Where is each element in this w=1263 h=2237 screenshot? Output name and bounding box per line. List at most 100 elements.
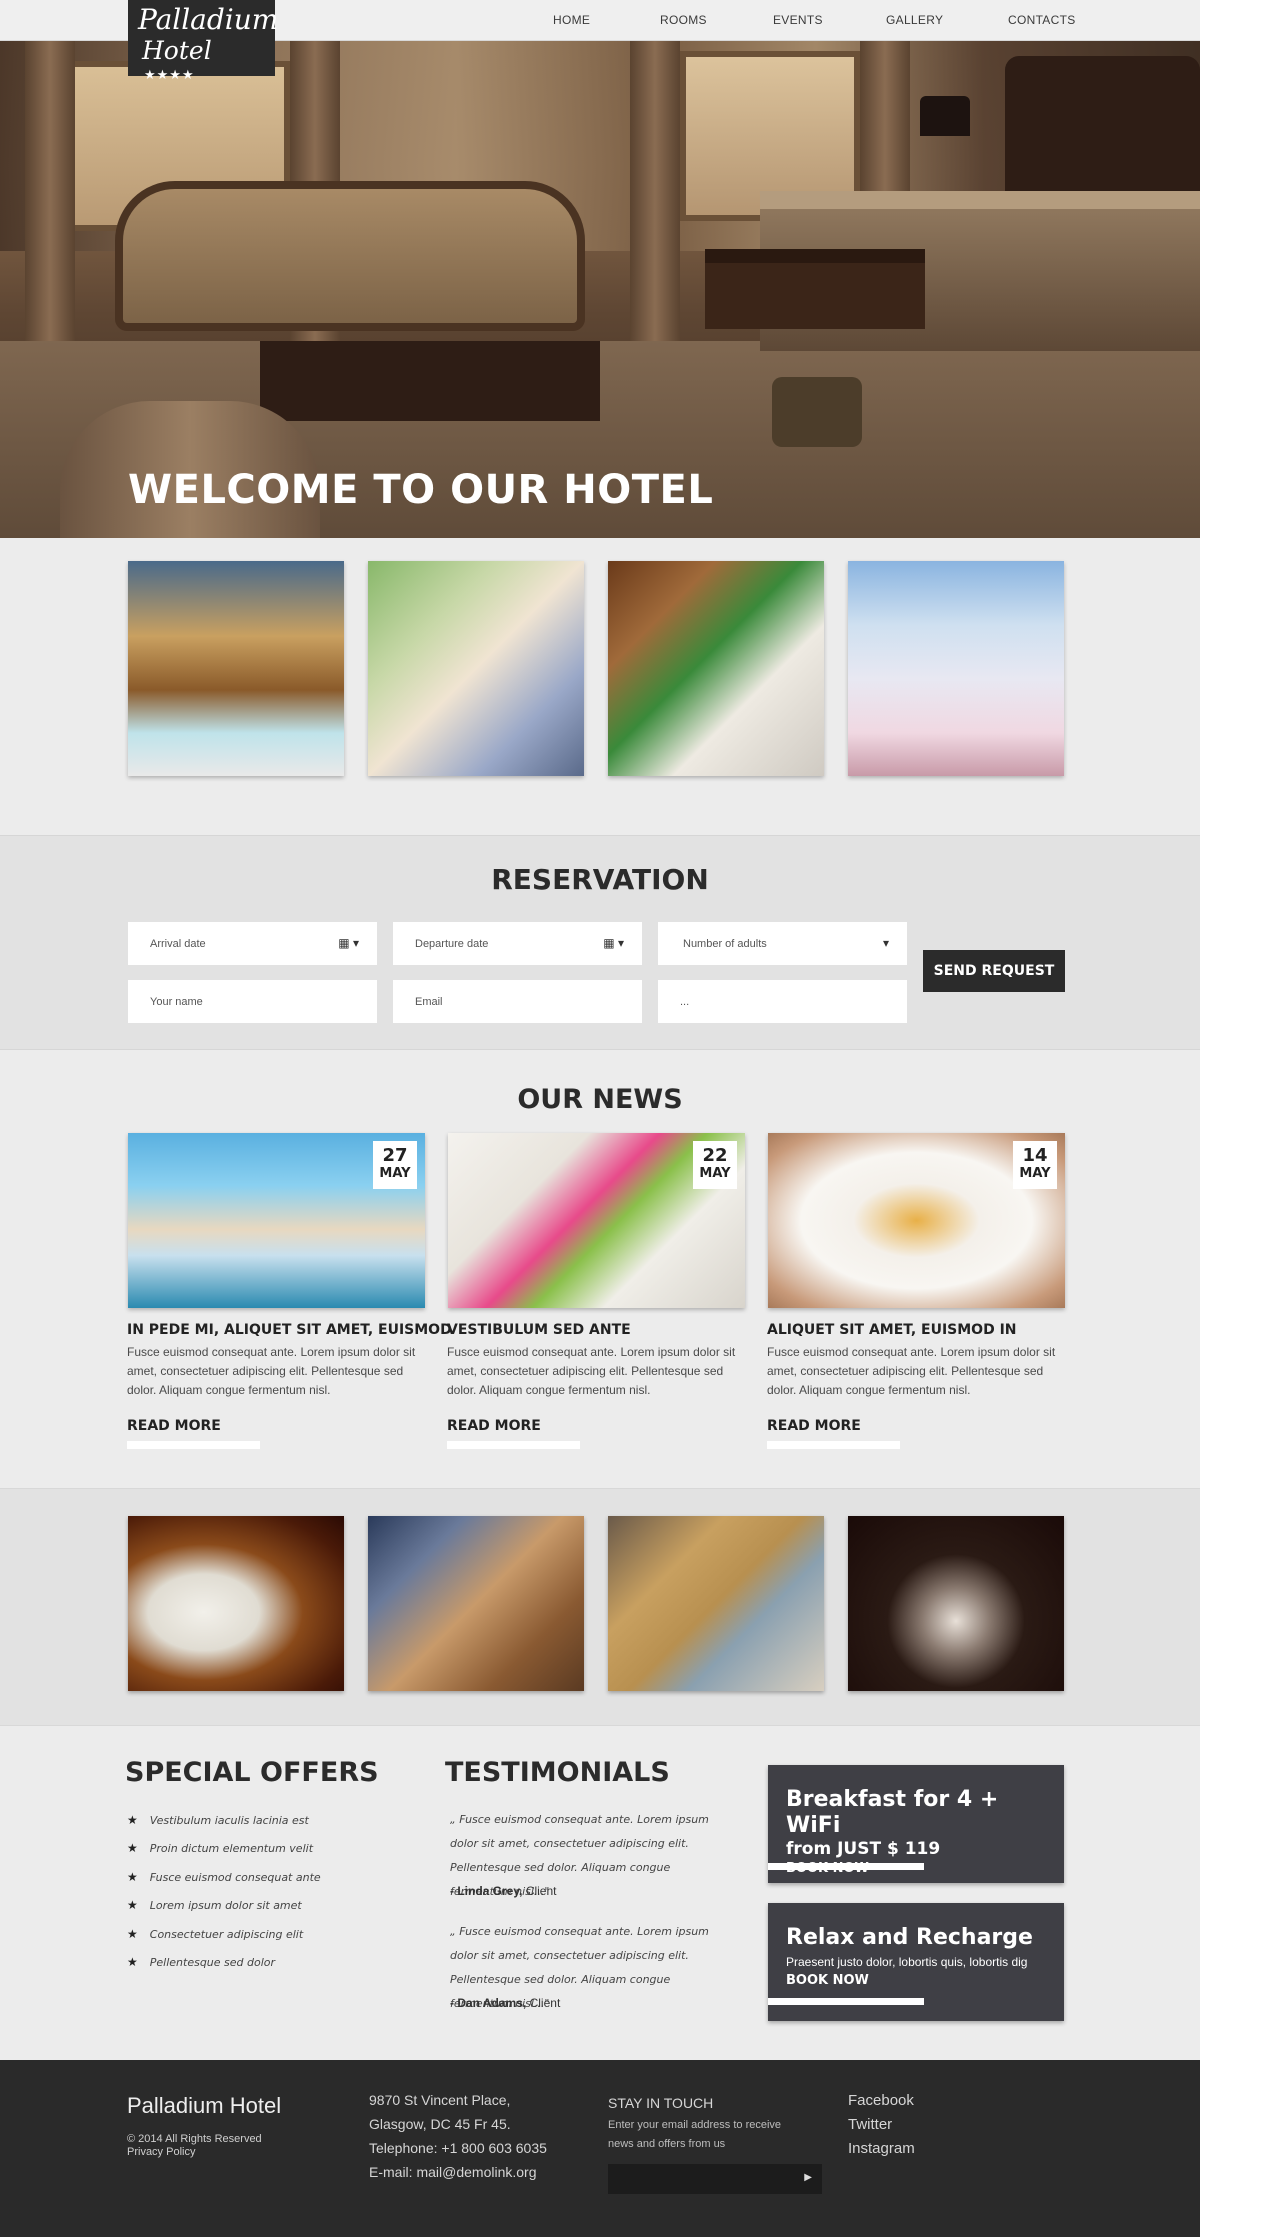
news-title: OUR NEWS (517, 1084, 683, 1115)
stay-in-touch-text: Enter your email address to receive news… (608, 2119, 782, 2150)
star-icon: ★ (127, 1927, 138, 1941)
privacy-policy-link[interactable]: Privacy Policy (127, 2146, 195, 2158)
hero-title: WELCOME TO OUR HOTEL (128, 467, 714, 513)
offer-item[interactable]: ★ Fusce euismod consequat ante (127, 1870, 321, 1884)
news-item-text: Fusce euismod consequat ante. Lorem ipsu… (767, 1345, 1056, 1397)
special-offers-title: SPECIAL OFFERS (125, 1757, 379, 1788)
departure-date-field[interactable]: Departure date ▦ ▾ (393, 922, 642, 965)
calendar-icon[interactable]: ▦ ▾ (603, 936, 624, 950)
arrival-date-placeholder: Arrival date (150, 937, 206, 950)
testimonial-author-name: - Dan Adams, (450, 1996, 527, 2010)
nav-events[interactable]: EVENTS (773, 13, 823, 27)
name-field[interactable]: Your name (128, 980, 377, 1023)
nav-rooms[interactable]: ROOMS (660, 13, 707, 27)
book-now-link[interactable]: BOOK NOW (786, 1973, 1046, 1988)
page: Palladium Hotel★★★★ HOME ROOMS EVENTS GA… (0, 0, 1200, 2237)
send-request-button[interactable]: SEND REQUEST (923, 950, 1065, 992)
offer-item-label: Consectetuer adipiscing elit (149, 1928, 304, 1941)
news-date-day: 14 (1022, 1145, 1048, 1166)
hero-curtain (630, 41, 680, 341)
offer-item[interactable]: ★ Vestibulum iaculis lacinia est (127, 1813, 309, 1827)
gallery-couple-image[interactable] (368, 561, 584, 776)
footer-email[interactable]: E-mail: mail@demolink.org (369, 2164, 536, 2180)
read-more-link[interactable]: READ MORE (767, 1418, 861, 1434)
footer-copyright: © 2014 All Rights Reserved (127, 2133, 262, 2145)
hero-curtain (25, 41, 75, 341)
hero-bag (772, 377, 862, 447)
testimonial-author: - Linda Grey, Client (450, 1884, 557, 1898)
news-date-badge: 14 MAY (1013, 1141, 1057, 1189)
read-more-underline (767, 1441, 900, 1449)
read-more-link[interactable]: READ MORE (447, 1418, 541, 1434)
arrow-right-icon[interactable]: ▶ (804, 2172, 812, 2183)
newsletter-input[interactable]: ▶ (608, 2164, 822, 2194)
offer-item-label: Proin dictum elementum velit (149, 1842, 314, 1855)
page-margin (1200, 0, 1263, 2237)
adults-select[interactable]: Number of adults ▾ (658, 922, 907, 965)
offer-item[interactable]: ★ Consectetuer adipiscing elit (127, 1927, 303, 1941)
stay-in-touch-title: STAY IN TOUCH (608, 2095, 714, 2111)
hero-banner: WELCOME TO OUR HOTEL (0, 41, 1200, 538)
promo-title: Relax and Recharge (786, 1925, 1033, 1950)
news-date-day: 27 (382, 1145, 408, 1166)
gallery-bell-image[interactable] (848, 1516, 1064, 1691)
offer-item[interactable]: ★ Lorem ipsum dolor sit amet (127, 1898, 302, 1912)
gallery-wedding-image[interactable] (848, 561, 1064, 776)
offer-item[interactable]: ★ Proin dictum elementum velit (127, 1841, 313, 1855)
news-date-badge: 27 MAY (373, 1141, 417, 1189)
gallery-living-room-image[interactable] (368, 1516, 584, 1691)
testimonial-author-name: - Linda Grey, (450, 1884, 523, 1898)
news-item-title[interactable]: IN PEDE MI, ALIQUET SIT AMET, EUISMOD (127, 1322, 452, 1338)
email-field[interactable]: Email (393, 980, 642, 1023)
twitter-link[interactable]: Twitter (848, 2116, 892, 2133)
nav-contacts[interactable]: CONTACTS (1008, 13, 1076, 27)
instagram-link[interactable]: Instagram (848, 2140, 915, 2157)
star-icon: ★ (127, 1813, 138, 1827)
news-item-title[interactable]: ALIQUET SIT AMET, EUISMOD IN (767, 1322, 1067, 1338)
promo-title: Breakfast for 4 + WiFi (786, 1787, 999, 1838)
hero-lamp (920, 96, 970, 136)
arrival-date-field[interactable]: Arrival date ▦ ▾ (128, 922, 377, 965)
nav-home[interactable]: HOME (553, 13, 590, 27)
offer-item-label: Lorem ipsum dolor sit amet (149, 1899, 302, 1912)
news-date-badge: 22 MAY (693, 1141, 737, 1189)
message-field[interactable]: ... (658, 980, 907, 1023)
gallery-sofa-image[interactable] (608, 1516, 824, 1691)
message-field-placeholder: ... (680, 995, 690, 1008)
promo-subtitle: from JUST $ 119 (786, 1839, 941, 1859)
gallery-coffee-image[interactable] (128, 1516, 344, 1691)
nav-gallery[interactable]: GALLERY (886, 13, 943, 27)
read-more-link[interactable]: READ MORE (127, 1418, 221, 1434)
name-field-placeholder: Your name (150, 995, 203, 1008)
news-image[interactable]: 22 MAY (448, 1133, 745, 1308)
logo[interactable]: Palladium Hotel★★★★ (128, 0, 278, 82)
calendar-icon[interactable]: ▦ ▾ (338, 936, 359, 950)
news-item-title[interactable]: VESTIBULUM SED ANTE (447, 1322, 747, 1338)
promo-relax[interactable]: Relax and Recharge Praesent justo dolor,… (768, 1903, 1064, 2021)
testimonial-author-role: Client (525, 1884, 557, 1898)
star-icon: ★ (127, 1955, 138, 1969)
email-field-placeholder: Email (415, 995, 443, 1008)
offer-item[interactable]: ★ Pellentesque sed dolor (127, 1955, 275, 1969)
caret-down-icon: ▾ (882, 936, 889, 950)
adults-select-placeholder: Number of adults (683, 937, 767, 950)
star-icon: ★ (127, 1898, 138, 1912)
facebook-link[interactable]: Facebook (848, 2092, 914, 2109)
offer-item-label: Pellentesque sed dolor (149, 1956, 276, 1969)
gallery-terrace-image[interactable] (608, 561, 824, 776)
news-date-month: MAY (1019, 1166, 1051, 1181)
offer-item-label: Fusce euismod consequat ante (149, 1871, 321, 1884)
promo-breakfast[interactable]: Breakfast for 4 + WiFi from JUST $ 119 B… (768, 1765, 1064, 1883)
news-date-day: 22 (702, 1145, 728, 1166)
footer-brand: Palladium Hotel (127, 2093, 282, 2118)
gallery-lobby-image[interactable] (128, 561, 344, 776)
promo-subtitle: Praesent justo dolor, lobortis quis, lob… (786, 1955, 1028, 1969)
news-image[interactable]: 14 MAY (768, 1133, 1065, 1308)
reservation-title: RESERVATION (491, 863, 709, 896)
testimonials-title: TESTIMONIALS (445, 1757, 670, 1788)
hero-sofa (115, 181, 585, 331)
hero-table (260, 341, 600, 421)
offer-item-label: Vestibulum iaculis lacinia est (149, 1814, 309, 1827)
promo-underline (768, 1998, 924, 2005)
news-image[interactable]: 27 MAY (128, 1133, 425, 1308)
